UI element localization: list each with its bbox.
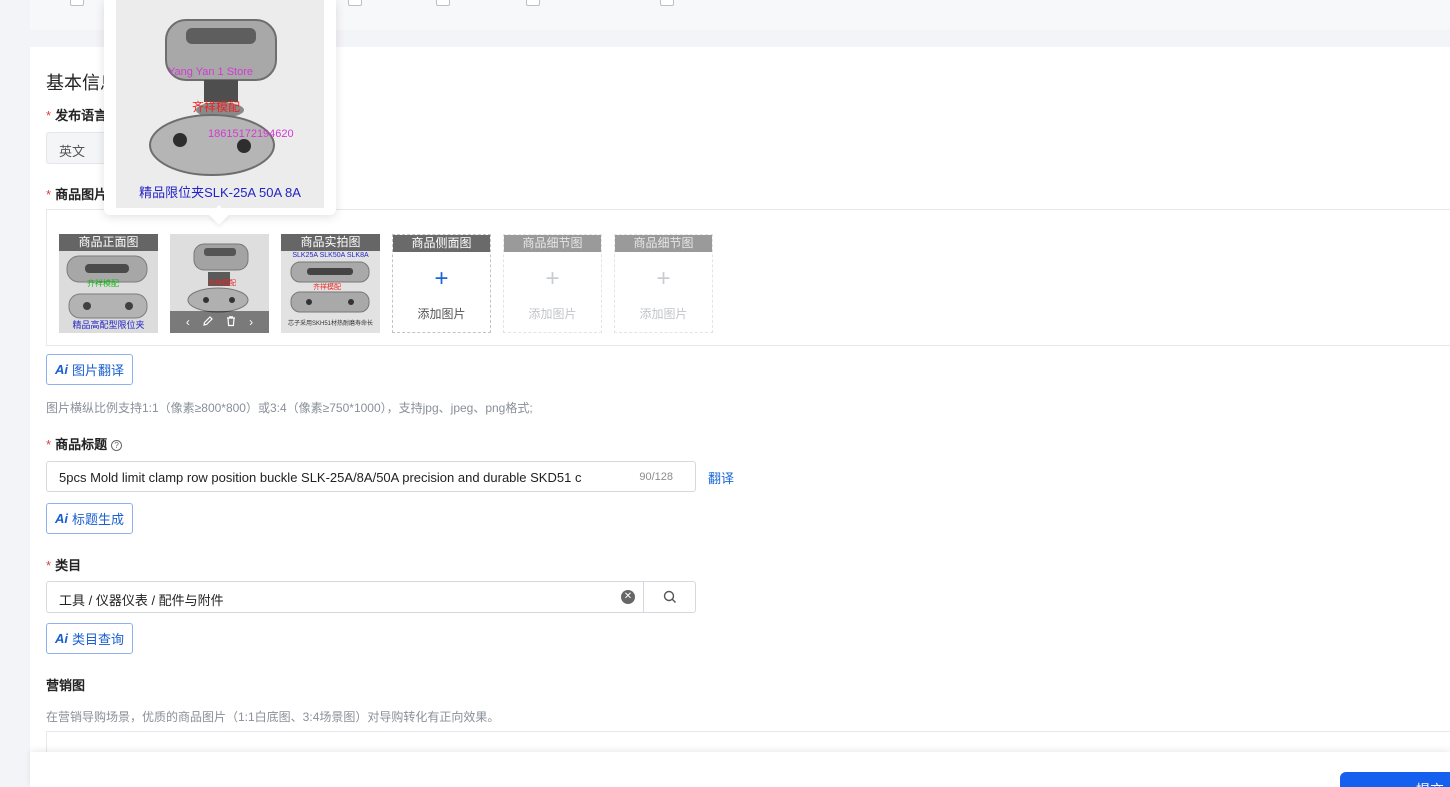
photo-caption: 精品高配型限位夹 [72, 320, 145, 330]
image-preview-popover: Yang Yan 1 Store 齐祥模配 18615172194620 精品限… [104, 0, 336, 225]
preview-watermark-phone: 18615172194620 [208, 128, 294, 140]
marketing-hint: 在营销导购场景，优质的商品图片（1:1白底图、3:4场景图）对导购转化有正向效果… [46, 710, 500, 724]
image-hint: 图片横纵比例支持1:1（像素≥800*800）或3:4（像素≥750*1000）… [46, 401, 533, 415]
ai-icon: Ai [55, 511, 68, 526]
category-value: 工具 / 仪器仪表 / 配件与附件 [59, 593, 224, 608]
checkbox[interactable] [70, 0, 84, 6]
chevron-right-icon[interactable]: › [249, 315, 253, 329]
checkbox[interactable] [348, 0, 362, 6]
button-label: 标题生成 [72, 512, 125, 527]
photo-watermark: 齐祥模配 [313, 284, 341, 291]
preview-caption: 精品限位夹SLK-25A 50A 8A [139, 185, 301, 200]
ai-icon: Ai [55, 631, 68, 646]
slot-caption: 商品侧面图 [393, 235, 490, 252]
edit-icon[interactable] [202, 315, 214, 330]
button-label: 图片翻译 [72, 363, 125, 378]
translate-link[interactable]: 翻译 [708, 468, 734, 487]
checkbox[interactable] [526, 0, 540, 6]
checkbox[interactable] [660, 0, 674, 6]
slot-action-bar: ‹ › [170, 311, 269, 333]
image-slot-detail[interactable]: 商品细节图 + 添加图片 [614, 234, 713, 333]
language-label-text: 发布语言 [55, 108, 108, 123]
plus-icon: + [545, 265, 560, 292]
marketing-label: 营销图 [46, 678, 86, 693]
button-label: 类目查询 [72, 632, 125, 647]
preview-watermark-brand: 齐祥模配 [192, 100, 241, 114]
image-slot-side[interactable]: 商品侧面图 + 添加图片 [392, 234, 491, 333]
add-image-label: 添加图片 [639, 307, 688, 321]
category-search-button[interactable] [643, 581, 696, 613]
trash-icon[interactable] [225, 315, 237, 330]
plus-icon: + [656, 265, 671, 292]
ai-category-query-button[interactable]: Ai 类目查询 [46, 623, 134, 654]
ai-icon: Ai [55, 362, 68, 377]
footer-bar: 提交 [30, 752, 1450, 787]
preview-watermark-store: Yang Yan 1 Store [168, 66, 254, 78]
category-input[interactable]: 工具 / 仪器仪表 / 配件与附件 ✕ [46, 581, 643, 613]
char-count: 90/128 [639, 471, 673, 483]
preview-image: Yang Yan 1 Store 齐祥模配 18615172194620 精品限… [116, 0, 324, 208]
ai-title-generate-button[interactable]: Ai 标题生成 [46, 503, 134, 534]
help-icon[interactable]: ? [111, 440, 123, 452]
clear-icon[interactable]: ✕ [621, 590, 635, 604]
title-value: 5pcs Mold limit clamp row position buckl… [59, 470, 582, 485]
images-label-text: 商品图片 [55, 187, 108, 202]
required-mark: * [46, 437, 52, 452]
slot-caption: 商品细节图 [615, 235, 712, 252]
add-image-label: 添加图片 [528, 307, 577, 321]
images-label: * 商品图片 [46, 184, 107, 203]
photo-watermark: 齐祥模配 [87, 279, 119, 288]
checkbox[interactable] [436, 0, 450, 6]
image-slot-detail[interactable]: 商品细节图 + 添加图片 [503, 234, 602, 333]
image-upload-area: 齐祥模配 精品高配型限位夹 商品正面图 齐祥模配 ‹ › SLK25A SLK5… [46, 209, 1450, 346]
slot-caption: 商品实拍图 [281, 234, 380, 251]
required-mark: * [46, 558, 52, 573]
title-input[interactable]: 5pcs Mold limit clamp row position buckl… [46, 461, 696, 492]
slot-caption: 商品细节图 [504, 235, 601, 252]
required-mark: * [46, 108, 52, 123]
category-label: * 类目 [46, 555, 81, 574]
title-label: * 商品标题? [46, 434, 123, 453]
image-slot-front[interactable]: 齐祥模配 精品高配型限位夹 商品正面图 [59, 234, 158, 333]
image-slot-real[interactable]: SLK25A SLK50A SLK8A 齐祥模配 芯子采用SKH51材热耐磨寿命… [281, 234, 380, 333]
plus-icon: + [434, 265, 449, 292]
search-icon [663, 590, 676, 603]
required-mark: * [46, 187, 52, 202]
ai-image-translate-button[interactable]: Ai 图片翻译 [46, 354, 134, 385]
image-slot-main[interactable]: 齐祥模配 ‹ › [170, 234, 269, 333]
submit-button[interactable]: 提交 [1340, 772, 1450, 787]
category-label-text: 类目 [55, 558, 82, 573]
language-label: * 发布语言 [46, 105, 107, 124]
chevron-left-icon[interactable]: ‹ [186, 315, 190, 329]
title-label-text: 商品标题 [55, 437, 108, 452]
photo-watermark: 齐祥模配 [208, 280, 236, 287]
add-image-label: 添加图片 [417, 307, 466, 321]
slot-caption: 商品正面图 [59, 234, 158, 251]
photo-model-text: SLK25A SLK50A SLK8A [292, 252, 369, 259]
photo-caption: 芯子采用SKH51材热耐磨寿命长 [287, 321, 373, 327]
